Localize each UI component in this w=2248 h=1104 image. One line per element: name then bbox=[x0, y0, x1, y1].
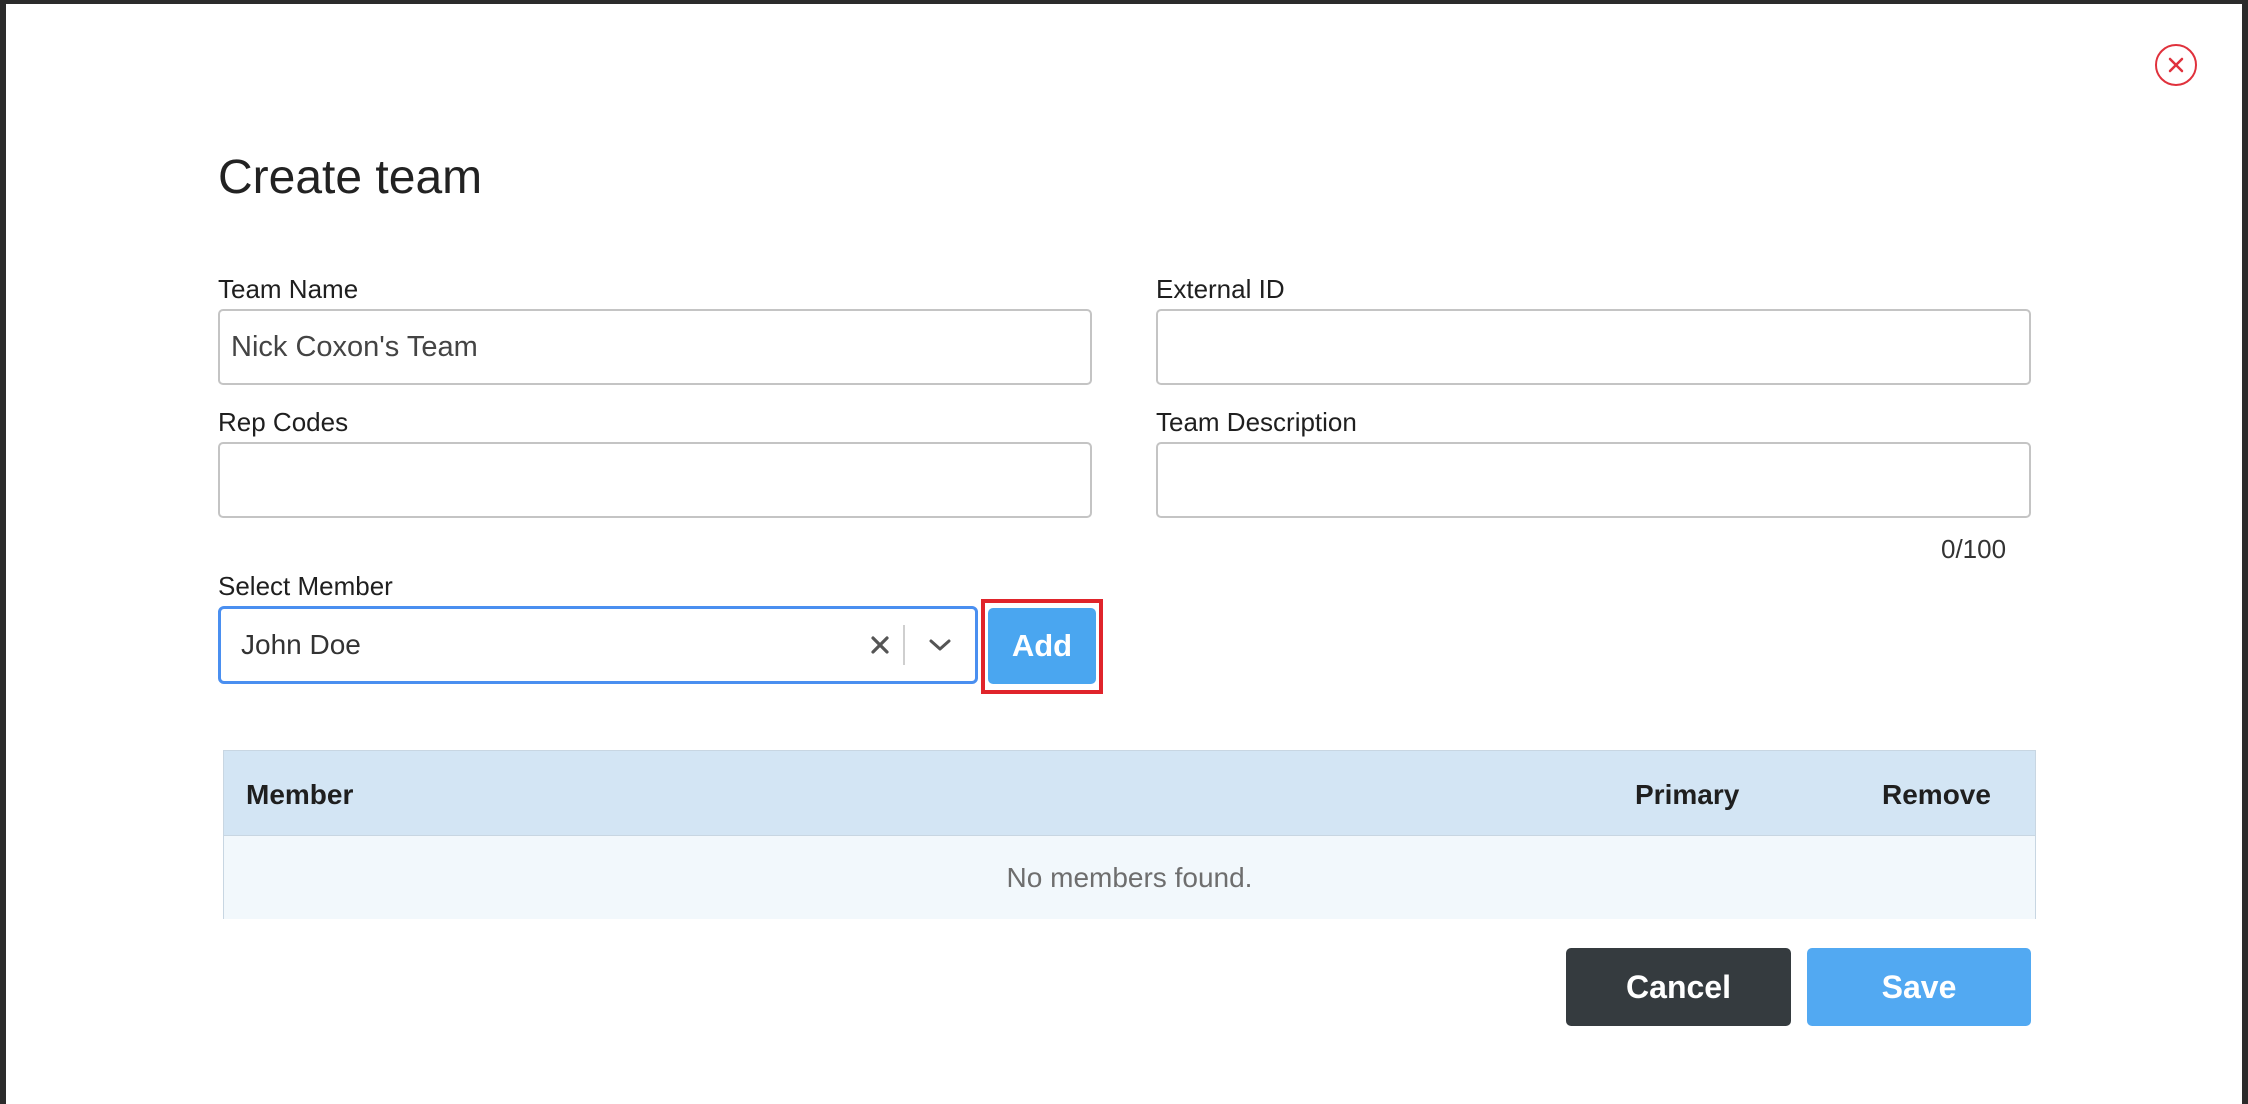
team-description-input[interactable] bbox=[1156, 442, 2031, 518]
column-header-primary: Primary bbox=[1635, 779, 1740, 810]
dropdown-toggle[interactable] bbox=[905, 609, 975, 681]
close-button[interactable] bbox=[2155, 44, 2197, 86]
team-name-label: Team Name bbox=[218, 274, 359, 304]
clear-selection-button[interactable] bbox=[857, 609, 903, 681]
close-icon bbox=[2168, 57, 2184, 73]
dialog-title: Create team bbox=[218, 151, 483, 204]
rep-codes-label: Rep Codes bbox=[218, 407, 349, 437]
team-name-input[interactable] bbox=[218, 309, 1092, 385]
members-table: Member Primary Remove No members found. bbox=[223, 750, 2036, 919]
selected-member-value: John Doe bbox=[241, 629, 361, 660]
rep-codes-input[interactable] bbox=[218, 442, 1092, 518]
add-member-button[interactable]: Add bbox=[988, 608, 1096, 684]
cancel-button[interactable]: Cancel bbox=[1566, 948, 1791, 1026]
table-header: Member Primary Remove bbox=[224, 751, 2035, 836]
select-member-dropdown[interactable]: John Doe bbox=[218, 606, 978, 684]
team-description-label: Team Description bbox=[1156, 407, 1357, 437]
chevron-down-icon bbox=[929, 639, 951, 651]
description-char-counter: 0/100 bbox=[1941, 534, 2007, 564]
column-header-member: Member bbox=[246, 779, 354, 810]
column-header-remove: Remove bbox=[1882, 779, 1991, 810]
save-button[interactable]: Save bbox=[1807, 948, 2031, 1026]
empty-table-message: No members found. bbox=[224, 836, 2035, 919]
select-member-label: Select Member bbox=[218, 571, 393, 601]
external-id-label: External ID bbox=[1156, 274, 1285, 304]
create-team-dialog: Create team Team Name External ID Rep Co… bbox=[6, 4, 2242, 1104]
external-id-input[interactable] bbox=[1156, 309, 2031, 385]
clear-icon bbox=[871, 636, 889, 654]
